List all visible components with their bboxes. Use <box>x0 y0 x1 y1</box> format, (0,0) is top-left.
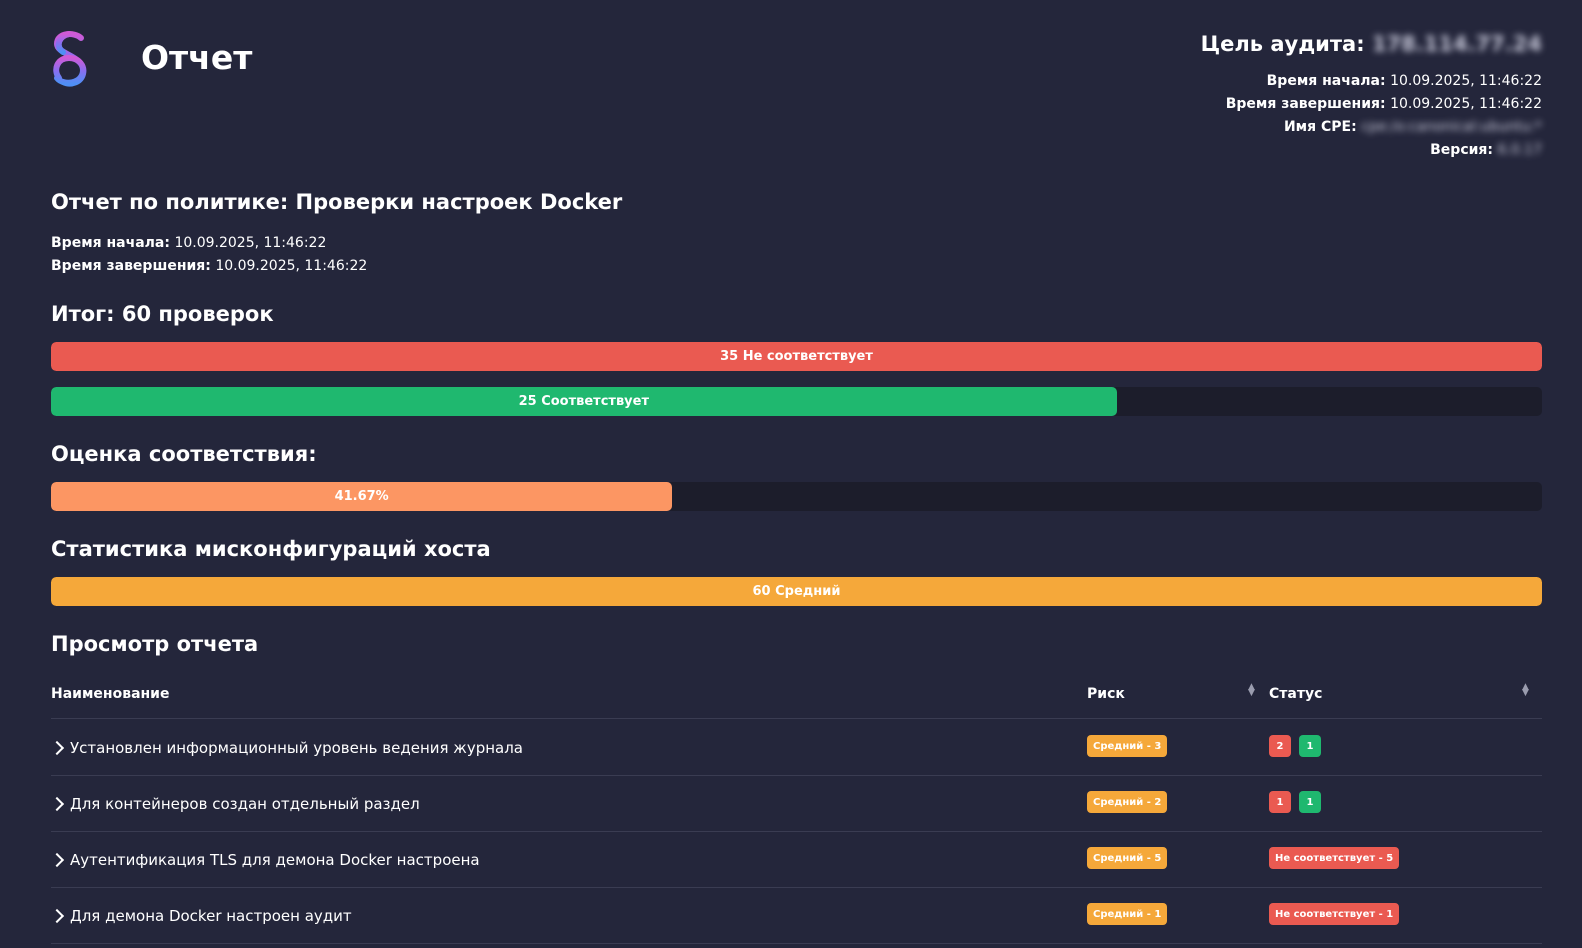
version-value: 6.0.17 <box>1497 142 1542 158</box>
audit-start-value: 10.09.2025, 11:46:22 <box>1390 73 1542 89</box>
audit-target-title: Цель аудита: 178.114.77.24 <box>1201 32 1542 56</box>
page-title: Отчет <box>141 38 253 77</box>
risk-badge: Средний - 1 <box>1087 903 1168 925</box>
table-row[interactable]: Для демона Docker настроен аудит Средний… <box>49 888 1542 944</box>
app-logo-icon <box>53 31 87 87</box>
column-name-header[interactable]: Наименование <box>51 686 170 702</box>
policy-end-value: 10.09.2025, 11:46:22 <box>215 258 368 274</box>
pass-progress-bar: 25 Соответствует <box>51 387 1542 416</box>
row-name-text: Для демона Docker настроен аудит <box>70 907 352 925</box>
column-risk-header[interactable]: Риск <box>1087 686 1125 702</box>
row-name-text: Для контейнеров создан отдельный раздел <box>70 795 420 813</box>
audit-target-label: Цель аудита: <box>1200 32 1365 56</box>
chevron-right-icon[interactable] <box>49 908 65 924</box>
table-header: Наименование Риск ▲ ▼ Статус ▲ ▼ <box>51 680 1542 719</box>
version-label: Версия: <box>1430 142 1494 158</box>
risk-badge: Средний - 5 <box>1087 847 1168 869</box>
row-name[interactable]: Установлен информационный уровень ведени… <box>49 739 523 757</box>
score-progress-bar: 41.67% <box>51 482 1542 511</box>
audit-start-time: Время начала: 10.09.2025, 11:46:22 <box>1201 70 1542 93</box>
score-title: Оценка соответствия: <box>51 442 317 466</box>
risk-badge: Средний - 2 <box>1087 791 1168 813</box>
policy-end-label: Время завершения: <box>51 258 211 274</box>
audit-start-label: Время начала: <box>1266 73 1386 89</box>
chevron-right-icon[interactable] <box>49 852 65 868</box>
score-progress-label: 41.67% <box>334 489 389 504</box>
summary-title: Итог: 60 проверок <box>51 302 274 326</box>
fail-progress-label: 35 Не соответствует <box>720 349 873 364</box>
status-badge: Не соответствует - 5 <box>1269 847 1400 869</box>
audit-target-value: 178.114.77.24 <box>1371 32 1542 56</box>
stats-progress-fill: 60 Средний <box>51 577 1542 606</box>
policy-title: Отчет по политике: Проверки настроек Doc… <box>51 190 623 214</box>
policy-start-label: Время начала: <box>51 235 170 251</box>
column-status-header[interactable]: Статус <box>1269 686 1322 702</box>
status-sort-icon[interactable]: ▲ ▼ <box>1522 683 1529 698</box>
row-name-text: Аутентификация TLS для демона Docker нас… <box>70 851 480 869</box>
stats-progress-label: 60 Средний <box>752 584 841 599</box>
fail-count-badge: 1 <box>1269 791 1291 813</box>
stats-progress-bar: 60 Средний <box>51 577 1542 606</box>
stats-title: Статистика мисконфигураций хоста <box>51 537 491 561</box>
audit-end-label: Время завершения: <box>1225 96 1386 112</box>
cpe-label: Имя CPE: <box>1283 119 1357 135</box>
policy-start-time: Время начала: 10.09.2025, 11:46:22 <box>51 232 367 255</box>
cpe-name: Имя CPE: cpe:/o:canonical:ubuntu:* <box>1201 116 1542 139</box>
fail-count-badge: 2 <box>1269 735 1291 757</box>
table-row[interactable]: Аутентификация TLS для демона Docker нас… <box>49 832 1542 888</box>
score-progress-fill: 41.67% <box>51 482 673 511</box>
chevron-right-icon[interactable] <box>49 740 65 756</box>
fail-progress-fill: 35 Не соответствует <box>51 342 1542 371</box>
pass-count-badge: 1 <box>1299 791 1321 813</box>
row-name[interactable]: Аутентификация TLS для демона Docker нас… <box>49 851 480 869</box>
policy-start-value: 10.09.2025, 11:46:22 <box>174 235 327 251</box>
status-badge: Не соответствует - 1 <box>1269 903 1400 925</box>
chevron-right-icon[interactable] <box>49 796 65 812</box>
fail-progress-bar: 35 Не соответствует <box>51 342 1542 371</box>
pass-progress-fill: 25 Соответствует <box>51 387 1117 416</box>
table-row[interactable]: Для контейнеров создан отдельный раздел … <box>49 776 1542 832</box>
row-name[interactable]: Для демона Docker настроен аудит <box>49 907 352 925</box>
policy-times: Время начала: 10.09.2025, 11:46:22 Время… <box>51 232 367 278</box>
review-title: Просмотр отчета <box>51 632 259 656</box>
pass-count-badge: 1 <box>1299 735 1321 757</box>
row-name-text: Установлен информационный уровень ведени… <box>70 739 523 757</box>
risk-sort-icon[interactable]: ▲ ▼ <box>1248 683 1255 698</box>
table-row[interactable]: Установлен информационный уровень ведени… <box>49 720 1542 776</box>
audit-target-panel: Цель аудита: 178.114.77.24 Время начала:… <box>1201 32 1542 162</box>
pass-progress-label: 25 Соответствует <box>518 394 650 409</box>
policy-end-time: Время завершения: 10.09.2025, 11:46:22 <box>51 255 367 278</box>
audit-end-value: 10.09.2025, 11:46:22 <box>1390 96 1542 112</box>
row-name[interactable]: Для контейнеров создан отдельный раздел <box>49 795 420 813</box>
version: Версия: 6.0.17 <box>1201 139 1542 162</box>
risk-badge: Средний - 3 <box>1087 735 1168 757</box>
audit-end-time: Время завершения: 10.09.2025, 11:46:22 <box>1201 93 1542 116</box>
cpe-value: cpe:/o:canonical:ubuntu:* <box>1361 119 1542 135</box>
